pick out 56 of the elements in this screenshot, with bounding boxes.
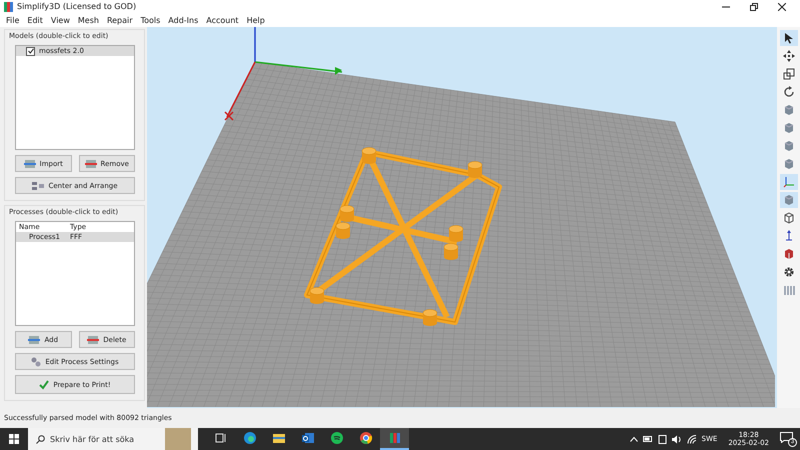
search-field[interactable]: Skriv här för att söka xyxy=(28,428,198,450)
rotate-icon xyxy=(782,86,794,98)
task-view-icon xyxy=(214,431,228,445)
tool-button[interactable] xyxy=(780,30,798,46)
menu-item[interactable]: Account xyxy=(202,16,243,24)
cube-icon xyxy=(782,158,794,170)
message-icon xyxy=(780,432,793,443)
edge-icon xyxy=(242,431,256,445)
tool-button[interactable] xyxy=(780,174,798,190)
move-icon xyxy=(782,50,794,62)
minus-cube-icon xyxy=(87,334,100,344)
plus-cube-icon xyxy=(28,334,40,344)
cut-cube-icon xyxy=(782,248,794,260)
speaker-icon xyxy=(672,434,682,444)
restore-icon xyxy=(750,2,758,10)
minus-cube-icon xyxy=(84,158,97,168)
browser-icon xyxy=(358,431,372,445)
cube-icon xyxy=(782,122,794,134)
menu-item[interactable]: File xyxy=(2,16,24,24)
windows-logo-icon xyxy=(9,434,19,444)
cube-icon xyxy=(782,194,794,206)
chevron-up-icon xyxy=(630,436,638,442)
window-title: Simplify3D (Licensed to GOD) xyxy=(17,2,136,11)
axes-icon xyxy=(782,176,794,188)
menu-item[interactable]: Edit xyxy=(23,16,47,24)
folder-icon xyxy=(272,431,286,445)
checkmark-icon xyxy=(39,380,50,390)
arrange-icon xyxy=(32,180,44,190)
search-icon xyxy=(36,434,45,444)
menu-item[interactable]: Help xyxy=(242,16,269,24)
menu-item[interactable]: Add-Ins xyxy=(164,16,202,24)
wifi-icon xyxy=(686,434,697,444)
search-input[interactable]: Skriv här för att söka xyxy=(50,434,160,444)
plus-cube-icon xyxy=(24,158,36,168)
bars-icon xyxy=(782,284,794,296)
checkbox[interactable] xyxy=(26,46,35,56)
cube-icon xyxy=(782,140,794,152)
settings-icon xyxy=(782,266,794,278)
menu-item[interactable]: Tools xyxy=(136,16,164,24)
cube-icon xyxy=(782,104,794,116)
menu-item[interactable]: Repair xyxy=(102,16,137,24)
menu-item[interactable]: View xyxy=(46,16,74,24)
3d-viewport-drawing[interactable] xyxy=(147,27,775,407)
app-logo-icon xyxy=(4,2,13,12)
photo-placeholder xyxy=(165,428,191,450)
device-icon xyxy=(658,434,667,444)
music-icon xyxy=(330,431,344,445)
battery-icon xyxy=(642,435,653,443)
wireframe-box-icon xyxy=(782,212,794,224)
gears-icon xyxy=(31,356,42,366)
cursor-icon xyxy=(782,32,794,44)
app-logo-icon xyxy=(388,431,402,445)
scale-icon xyxy=(782,68,794,80)
close-icon xyxy=(778,2,786,10)
menu-item[interactable]: Mesh xyxy=(74,16,103,24)
mail-icon xyxy=(300,431,314,445)
